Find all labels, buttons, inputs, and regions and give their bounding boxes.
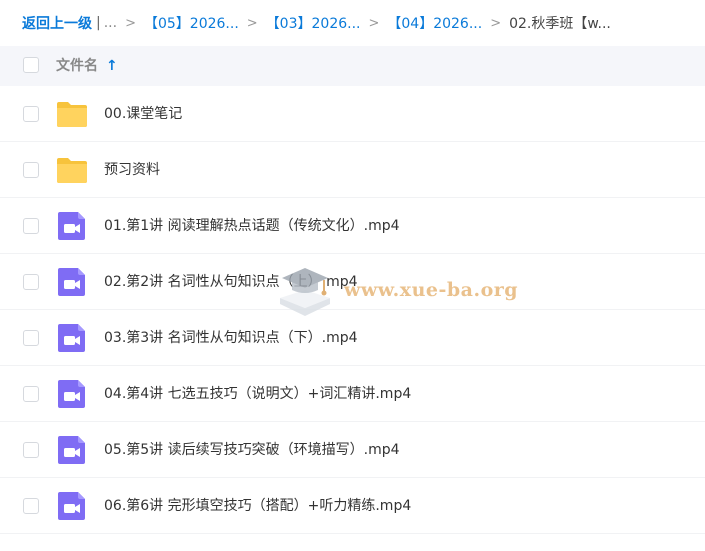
table-row[interactable]: 01.第1讲 阅读理解热点话题（传统文化）.mp4 (0, 198, 705, 254)
video-file-icon (56, 266, 88, 298)
select-all-checkbox[interactable] (23, 57, 39, 73)
video-file-icon (56, 210, 88, 242)
breadcrumb-current: 02.秋季班【w... (509, 16, 611, 32)
file-list-header: 文件名 ↑ (0, 46, 705, 86)
video-file-icon (56, 322, 88, 354)
chevron-right-icon: > (125, 15, 136, 31)
file-name[interactable]: 06.第6讲 完形填空技巧（搭配）+听力精练.mp4 (104, 478, 411, 534)
row-checkbox[interactable] (23, 274, 39, 290)
file-list: 00.课堂笔记 预习资料 01.第1讲 阅读理解热点话题（传统文化）.mp4 0… (0, 86, 705, 534)
table-row[interactable]: 04.第4讲 七选五技巧（说明文）+词汇精讲.mp4 (0, 366, 705, 422)
row-checkbox[interactable] (23, 218, 39, 234)
chevron-right-icon: > (246, 15, 258, 31)
file-name[interactable]: 03.第3讲 名词性从句知识点（下）.mp4 (104, 310, 358, 366)
file-name[interactable]: 02.第2讲 名词性从句知识点（上）.mp4 (104, 254, 358, 310)
video-file-icon (56, 490, 88, 522)
file-name[interactable]: 01.第1讲 阅读理解热点话题（传统文化）.mp4 (104, 198, 400, 254)
row-checkbox[interactable] (23, 442, 39, 458)
breadcrumb-separator: | (96, 15, 101, 31)
row-checkbox[interactable] (23, 386, 39, 402)
chevron-right-icon: > (368, 15, 380, 31)
row-checkbox[interactable] (23, 498, 39, 514)
row-checkbox[interactable] (23, 162, 39, 178)
row-checkbox[interactable] (23, 330, 39, 346)
row-checkbox[interactable] (23, 106, 39, 122)
sort-ascending-icon[interactable]: ↑ (106, 46, 118, 86)
video-file-icon (56, 378, 88, 410)
table-row[interactable]: 02.第2讲 名词性从句知识点（上）.mp4 (0, 254, 705, 310)
breadcrumb: 返回上一级 | ... > 【05】2026... > 【03】2026... … (22, 0, 702, 46)
table-row[interactable]: 00.课堂笔记 (0, 86, 705, 142)
table-row[interactable]: 06.第6讲 完形填空技巧（搭配）+听力精练.mp4 (0, 478, 705, 534)
file-name[interactable]: 05.第5讲 读后续写技巧突破（环境描写）.mp4 (104, 422, 400, 478)
chevron-right-icon: > (490, 15, 502, 31)
breadcrumb-item-3[interactable]: 【04】2026... (387, 13, 482, 33)
folder-icon (56, 98, 88, 130)
back-link[interactable]: 返回上一级 (22, 13, 92, 33)
table-row[interactable]: 03.第3讲 名词性从句知识点（下）.mp4 (0, 310, 705, 366)
breadcrumb-item-1[interactable]: 【05】2026... (144, 13, 239, 33)
file-name[interactable]: 预习资料 (104, 142, 160, 198)
folder-icon (56, 154, 88, 186)
table-row[interactable]: 预习资料 (0, 142, 705, 198)
video-file-icon (56, 434, 88, 466)
column-header-filename[interactable]: 文件名 (56, 46, 98, 86)
file-name[interactable]: 04.第4讲 七选五技巧（说明文）+词汇精讲.mp4 (104, 366, 411, 422)
breadcrumb-item-2[interactable]: 【03】2026... (266, 13, 361, 33)
breadcrumb-ellipsis[interactable]: ... (104, 15, 117, 31)
file-name[interactable]: 00.课堂笔记 (104, 86, 182, 142)
table-row[interactable]: 05.第5讲 读后续写技巧突破（环境描写）.mp4 (0, 422, 705, 478)
